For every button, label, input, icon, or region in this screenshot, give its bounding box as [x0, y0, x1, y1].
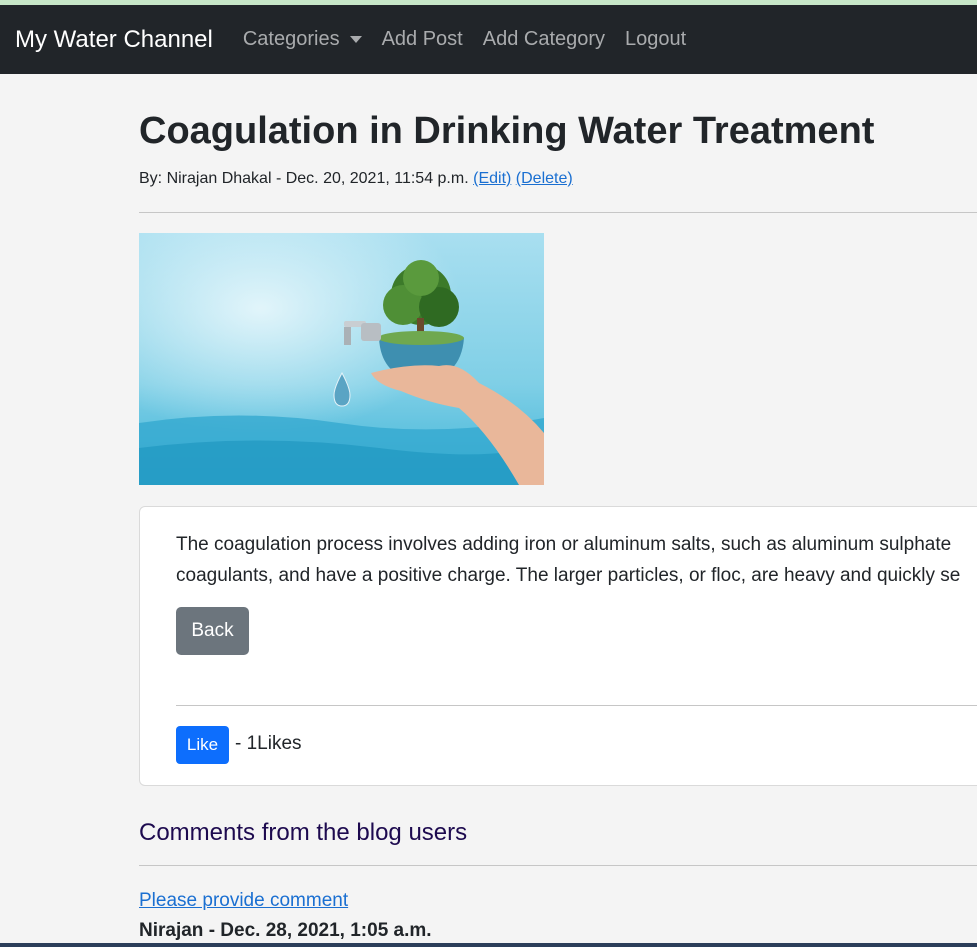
bottom-bar — [0, 943, 977, 947]
nav-add-post[interactable]: Add Post — [382, 28, 463, 51]
nav-logout[interactable]: Logout — [625, 28, 686, 51]
nav-categories-label: Categories — [242, 28, 340, 50]
post-meta: By: Nirajan Dhakal - Dec. 20, 2021, 11:5… — [139, 170, 573, 188]
comment-author: Nirajan - Dec. 28, 2021, 1:05 a.m. — [139, 920, 432, 941]
provide-comment-link[interactable]: Please provide comment — [139, 890, 348, 912]
like-button[interactable]: Like — [176, 726, 229, 764]
brand-link[interactable]: My Water Channel — [15, 26, 213, 54]
card-divider — [176, 705, 977, 706]
post-image — [139, 233, 544, 485]
caret-down-icon — [349, 36, 362, 43]
delete-link[interactable]: (Delete) — [516, 170, 573, 187]
edit-link[interactable]: (Edit) — [473, 170, 511, 187]
post-body: The coagulation process involves adding … — [176, 529, 977, 591]
post-byline: By: Nirajan Dhakal - Dec. 20, 2021, 11:5… — [139, 170, 469, 187]
nav-categories-dropdown[interactable]: Categories — [243, 28, 362, 51]
navbar: My Water Channel Categories Add Post Add… — [0, 5, 977, 74]
post-title: Coagulation in Drinking Water Treatment — [139, 110, 875, 152]
divider — [139, 865, 977, 866]
back-button[interactable]: Back — [176, 607, 249, 655]
post-body-line: coagulants, and have a positive charge. … — [176, 565, 961, 586]
post-body-line: The coagulation process involves adding … — [176, 534, 952, 555]
likes-count: - 1Likes — [235, 733, 302, 754]
nav-add-category[interactable]: Add Category — [483, 28, 605, 51]
divider — [139, 212, 977, 213]
post-card: The coagulation process involves adding … — [139, 506, 977, 786]
comments-heading: Comments from the blog users — [139, 819, 468, 846]
